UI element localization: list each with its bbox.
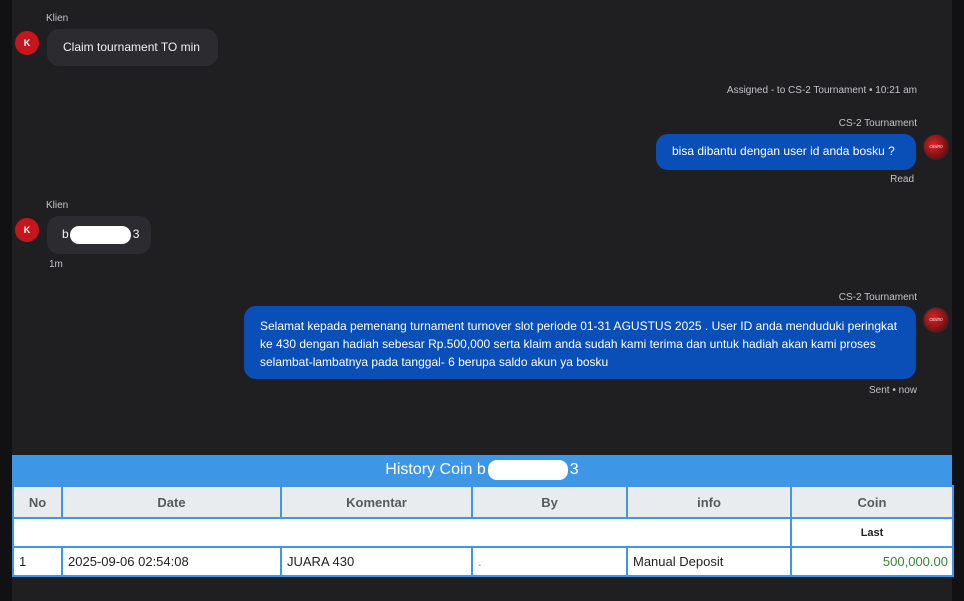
agent-avatar: casino	[923, 307, 949, 333]
cell-komentar: JUARA 430	[280, 546, 473, 577]
cell-no: 1	[12, 546, 63, 577]
table-row: 1 2025-09-06 02:54:08 JUARA 430 . Manual…	[12, 546, 954, 577]
cell-coin: 500,000.00	[790, 546, 954, 577]
history-title: History Coin b 3	[12, 455, 952, 485]
column-header: info	[626, 485, 792, 519]
sender-label: CS-2 Tournament	[838, 292, 917, 303]
agent-message[interactable]: bisa dibantu dengan user id anda bosku ?	[656, 134, 916, 170]
cell-info: Manual Deposit	[626, 546, 792, 577]
assignment-note: Assigned - to CS-2 Tournament • 10:21 am	[726, 85, 917, 96]
cell-by: .	[471, 546, 628, 577]
redaction-mark	[487, 460, 568, 480]
history-title-start: History Coin b	[385, 461, 486, 478]
chat-window: Klien K Claim tournament TO min Assigned…	[12, 0, 954, 601]
read-status: Read	[890, 174, 914, 185]
agent-avatar: casino	[923, 134, 949, 160]
sent-status: Sent • now	[869, 385, 917, 396]
client-avatar: K	[15, 31, 39, 55]
column-header: By	[471, 485, 628, 519]
sender-label: CS-2 Tournament	[838, 118, 917, 129]
column-header: No	[12, 485, 63, 519]
message-text-start: b	[62, 227, 69, 242]
empty-cell	[12, 517, 792, 548]
column-header: Komentar	[280, 485, 473, 519]
message-text-end: 3	[132, 227, 140, 242]
message-text: Claim tournament TO min	[63, 40, 200, 54]
message-text: bisa dibantu dengan user id anda bosku ?	[672, 144, 895, 158]
sender-label: Klien	[46, 13, 69, 24]
client-avatar: K	[15, 218, 39, 242]
agent-message[interactable]: Selamat kepada pemenang turnament turnov…	[244, 306, 916, 379]
history-title-end: 3	[569, 461, 579, 478]
cell-date: 2025-09-06 02:54:08	[61, 546, 282, 577]
last-label: Last	[790, 517, 954, 548]
table-row: Last	[12, 517, 954, 548]
client-message[interactable]: Claim tournament TO min	[47, 29, 218, 66]
column-header: Coin	[790, 485, 954, 519]
history-table: No Date Komentar By info Coin Last 1 202…	[12, 485, 954, 577]
history-coin-panel: History Coin b 3 No Date Komentar By info…	[12, 455, 954, 577]
message-time: 1m	[49, 259, 63, 270]
client-message[interactable]: b3	[47, 216, 151, 254]
sender-label: Klien	[46, 200, 69, 211]
message-text: Selamat kepada pemenang turnament turnov…	[260, 319, 898, 369]
redaction-mark	[69, 226, 131, 244]
table-header-row: No Date Komentar By info Coin	[12, 485, 954, 519]
column-header: Date	[61, 485, 282, 519]
